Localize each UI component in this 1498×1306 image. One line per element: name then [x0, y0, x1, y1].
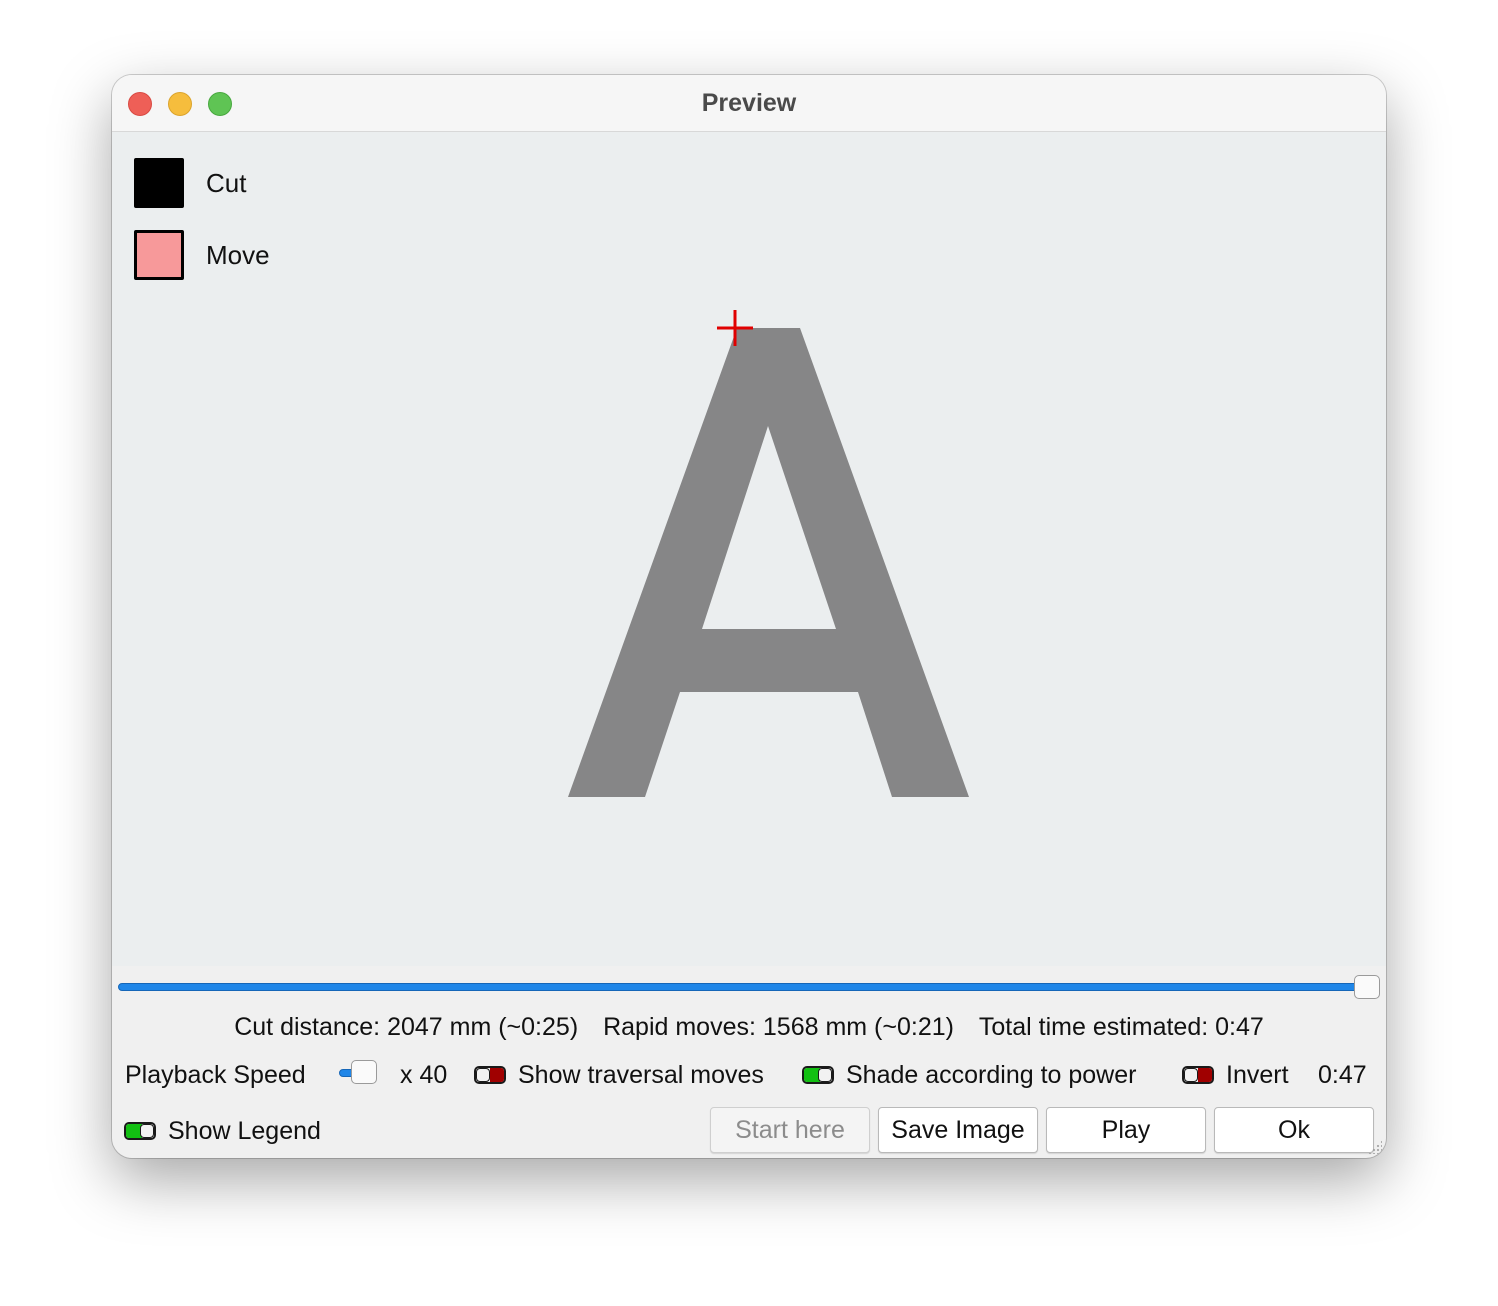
playback-progress-slider[interactable]	[118, 975, 1380, 999]
show-legend-label[interactable]: Show Legend	[168, 1113, 321, 1149]
ok-button[interactable]: Ok	[1214, 1107, 1374, 1153]
time-readout: 0:47	[1318, 1061, 1367, 1089]
playback-speed-slider[interactable]	[339, 1060, 379, 1086]
invert-label[interactable]: Invert	[1226, 1057, 1289, 1093]
progress-track	[118, 983, 1366, 991]
rapid-moves-text: Rapid moves: 1568 mm (~0:21)	[603, 1013, 954, 1041]
playback-speed-value: x 40	[400, 1061, 448, 1089]
preview-canvas[interactable]: Cut Move	[112, 132, 1386, 966]
letter-a-glyph	[568, 328, 969, 797]
show-legend-toggle[interactable]	[124, 1122, 156, 1140]
save-image-button[interactable]: Save Image	[878, 1107, 1038, 1153]
shade-power-toggle[interactable]	[802, 1066, 834, 1084]
invert-toggle[interactable]	[1182, 1066, 1214, 1084]
playback-speed-label: Playback Speed	[125, 1061, 306, 1089]
play-button[interactable]: Play	[1046, 1107, 1206, 1153]
title-bar: Preview	[112, 75, 1386, 132]
cut-path-preview	[568, 310, 969, 797]
start-here-button[interactable]: Start here	[710, 1107, 870, 1153]
shade-power-label[interactable]: Shade according to power	[846, 1057, 1136, 1093]
show-traversal-label[interactable]: Show traversal moves	[518, 1057, 764, 1093]
cut-distance-text: Cut distance: 2047 mm (~0:25)	[234, 1013, 579, 1041]
speed-slider-thumb[interactable]	[351, 1060, 377, 1084]
progress-handle[interactable]	[1354, 975, 1380, 999]
show-traversal-toggle[interactable]	[474, 1066, 506, 1084]
window-title: Preview	[701, 89, 797, 117]
total-time-text: Total time estimated: 0:47	[978, 1013, 1264, 1041]
preview-window: Preview Cut Move Cut distance: 2047 mm (…	[112, 75, 1386, 1158]
stats-line: Cut distance: 2047 mm (~0:25) Rapid move…	[112, 1005, 1386, 1049]
